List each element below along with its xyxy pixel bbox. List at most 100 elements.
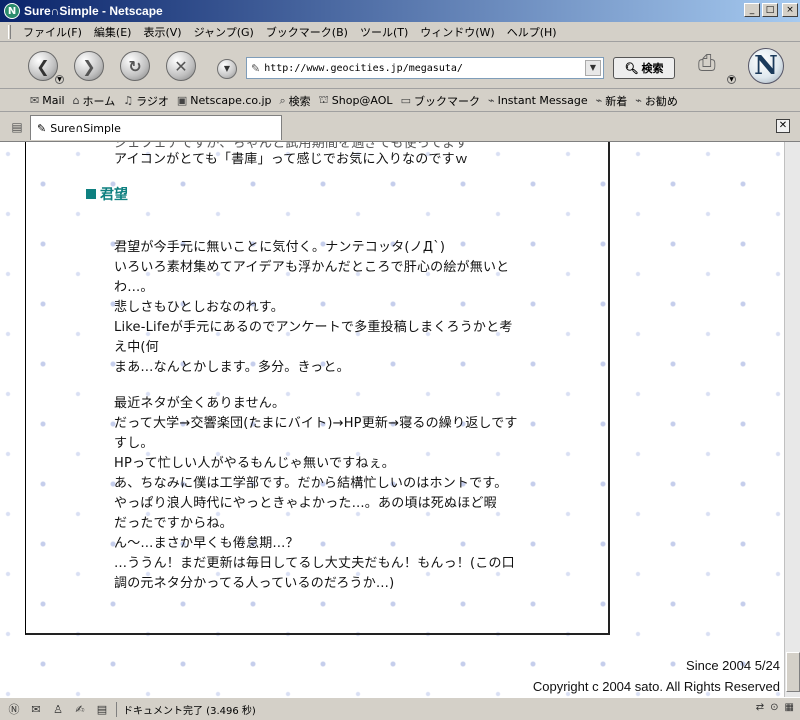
security-icon[interactable]: ⊙ [770,702,778,713]
menu-go[interactable]: ジャンプ(G) [188,24,260,40]
stop-icon: ✕ [174,56,188,76]
forward-arrow-icon: ❯ [82,56,96,76]
menu-window[interactable]: ウィンドウ(W) [414,24,500,40]
home-icon: ⌂ [72,94,80,107]
ptb-search[interactable]: ⌕ 検索 [279,93,310,109]
search-button[interactable]: 🔍︎ 検索 [613,57,675,79]
reload-button[interactable]: ↻ [120,51,150,81]
bookmark-icon: ⌁ [595,94,603,107]
text-line: あ、ちなみに僕は工学部です。だから結構忙しいのはホントです。 [114,476,508,491]
square-bullet-icon [86,189,96,199]
text-line: すし。 [114,436,154,451]
section-heading: 君望 [86,184,128,204]
ptb-shop-label: Shop@AOL [331,94,393,107]
addressbook-icon[interactable]: ▤ [94,703,110,716]
ptb-recommend[interactable]: ⌁ お勧め [635,93,678,109]
tab-sure-simple[interactable]: ✎ Sure∩Simple [30,115,282,140]
status-indicators: ⇄ ⊙ ▦ [756,702,794,713]
new-tab-icon[interactable]: ▤ [9,119,25,135]
status-text: ドキュメント完了 (3.496 秒) [116,701,256,717]
menu-view[interactable]: 表示(V) [137,24,187,40]
search-button-label: 検索 [641,62,664,75]
search-icon: ⌕ [279,93,286,107]
composer-icon[interactable]: ✍ [72,703,88,716]
ptb-home[interactable]: ⌂ ホーム [73,93,116,109]
back-arrow-icon: ❮ [36,56,50,76]
personal-toolbar: ✉ Mail ⌂ ホーム ♫ ラジオ ▣ Netscape.co.jp ⌕ 検索 ⛫ Sho… [0,90,800,112]
text-line: 最近ネタが全くありません。 [114,396,286,411]
aim-icon[interactable]: ♙ [50,703,66,716]
print-icon[interactable]: ⎙ [698,51,726,79]
my-icon: ▣ [176,94,188,107]
ptb-search-label: 検索 [288,94,311,108]
window-title: Sure∩Simple - Netscape [24,4,163,18]
toolbar-grip[interactable] [8,24,11,39]
since-text: Since 2004 5/24 [686,658,780,673]
lock-icon[interactable]: ▦ [785,702,794,713]
url-input[interactable] [264,62,585,74]
mail-icon: ✉ [30,94,40,107]
magnifier-icon: 🔍︎ [624,61,639,75]
text-line: だって大学→交響楽団(たまにバイト)→HP更新→寝るの繰り返しです [114,416,518,431]
minimize-button[interactable]: _ [744,3,760,17]
ptb-instant-message[interactable]: ⌁ Instant Message [488,94,588,107]
url-history-dropdown[interactable]: ▼ [217,59,237,79]
title-bar: N Sure∩Simple - Netscape _ □ × [0,0,800,22]
ptb-bookmarks[interactable]: ▭ ブックマーク [401,93,480,109]
online-status-icon[interactable]: ⇄ [756,702,764,713]
ptb-recommend-label: お勧め [644,94,678,108]
text-line: わ…。 [114,280,154,295]
folder-icon: ▭ [400,94,411,107]
print-dropdown[interactable]: ▼ [727,75,736,84]
copyright-text: Copyright c 2004 sato. All Rights Reserv… [532,679,780,694]
forward-button[interactable]: ❯ [74,51,104,81]
menu-bar: ファイル(F) 編集(E) 表示(V) ジャンプ(G) ブックマーク(B) ツー… [0,22,800,42]
page-content: ジェフェチですが、ちゃんと試用期間を過ぎても使ってます アイコンがとても「書庫」… [0,142,784,697]
text-line: …ううん！まだ更新は毎日してるし大丈夫だもん！もんっ！(この口 [114,556,515,571]
stop-button[interactable]: ✕ [166,51,196,81]
ptb-mail[interactable]: ✉ Mail [30,94,65,107]
page-icon: ✎ [37,121,47,135]
ptb-netscape[interactable]: ▣ Netscape.co.jp [177,94,272,107]
text-line: やっぱり浪人時代にやっときゃよかった…。あの頃は死ぬほど暇 [114,496,497,511]
url-dropdown-icon[interactable]: ▼ [585,60,601,76]
heading-text: 君望 [100,187,128,203]
paragraph-2: 最近ネタが全くありません。 だって大学→交響楽団(たまにバイト)→HP更新→寝る… [114,394,518,594]
text-line: アイコンがとても「書庫」って感じでお気に入りなのですｗ [114,152,469,167]
scrollbar-thumb[interactable] [786,652,800,692]
page-proxy-icon[interactable]: ✎ [251,62,260,75]
back-history-dropdown[interactable]: ▼ [55,75,64,84]
maximize-button[interactable]: □ [762,3,778,17]
mail-icon[interactable]: ✉ [28,703,44,716]
vertical-scrollbar[interactable] [784,142,800,697]
back-button[interactable]: ❮ [28,51,58,81]
menu-file[interactable]: ファイル(F) [17,24,88,40]
url-bar[interactable]: ✎ ▼ [246,57,604,79]
text-line: え中(何 [114,340,159,355]
navigation-toolbar: ❮ ▼ ❯ ↻ ✕ ▼ ✎ ▼ 🔍︎ 検索 ⎙ ▼ N [0,43,800,89]
close-button[interactable]: × [782,3,798,17]
tab-bar: ▤ ✎ Sure∩Simple ✕ [0,112,800,142]
ptb-netscape-label: Netscape.co.jp [190,94,272,107]
bookmark-icon: ⌁ [487,94,495,107]
netscape-icon: N [4,3,20,19]
menu-tools[interactable]: ツール(T) [354,24,414,40]
ptb-new-label: 新着 [605,94,628,108]
text-line: 君望が今手元に無いことに気付く。ナンテコッタ(ノД`) [114,240,446,255]
menu-help[interactable]: ヘルプ(H) [501,24,563,40]
reload-icon: ↻ [128,56,142,76]
ptb-im-label: Instant Message [497,94,588,107]
navigator-icon[interactable]: Ⓝ [6,701,22,717]
netscape-logo[interactable]: N [748,48,784,84]
ptb-bookmarks-label: ブックマーク [413,94,480,108]
ptb-mail-label: Mail [42,94,65,107]
ptb-new[interactable]: ⌁ 新着 [596,93,628,109]
menu-edit[interactable]: 編集(E) [88,24,138,40]
text-line: いろいろ素材集めてアイデアも浮かんだところで肝心の絵が無いと [114,260,510,275]
close-tab-button[interactable]: ✕ [776,119,790,133]
ptb-shop[interactable]: ⛫ Shop@AOL [319,93,393,108]
menu-bookmarks[interactable]: ブックマーク(B) [260,24,354,40]
ptb-radio[interactable]: ♫ ラジオ [123,93,169,109]
tab-label: Sure∩Simple [50,121,121,135]
ptb-radio-label: ラジオ [136,94,169,108]
